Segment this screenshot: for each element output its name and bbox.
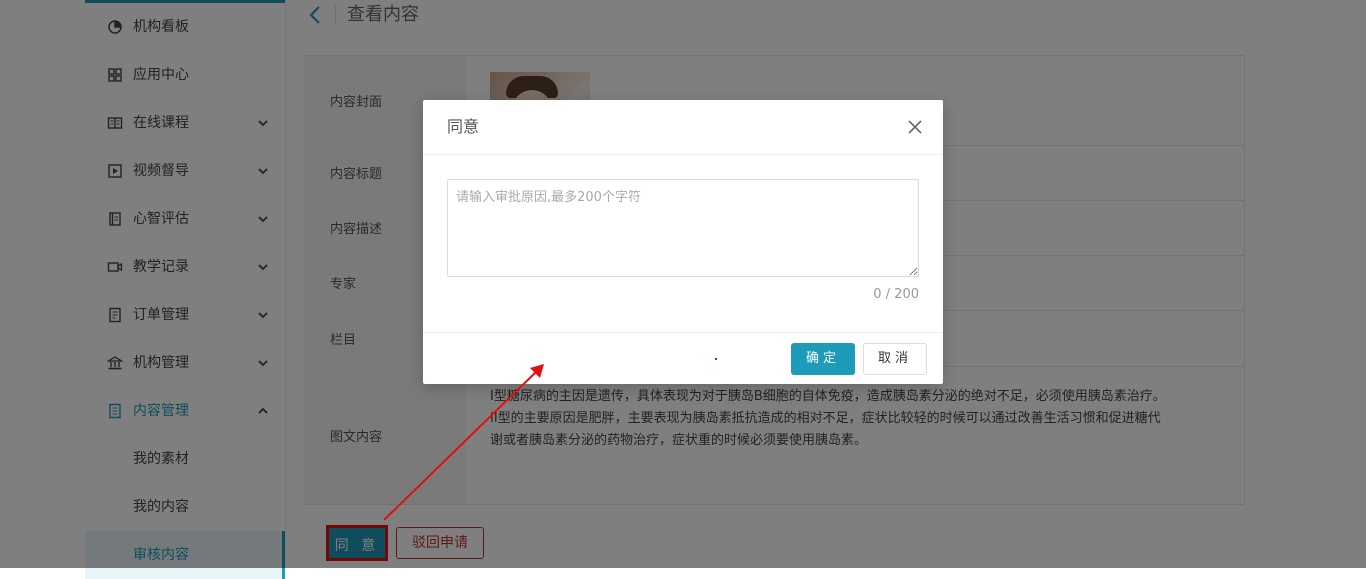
approval-reason-input[interactable]	[447, 179, 919, 277]
approve-dialog: 同意 0 / 200 确定 取消	[423, 100, 943, 384]
close-icon[interactable]	[907, 119, 923, 135]
dialog-footer-divider	[423, 332, 943, 333]
confirm-button[interactable]: 确定	[791, 343, 855, 375]
dialog-title: 同意	[447, 117, 480, 136]
dialog-header-divider	[423, 154, 943, 155]
cancel-button[interactable]: 取消	[863, 343, 927, 375]
char-counter: 0 / 200	[873, 287, 919, 302]
annotation-dot	[715, 358, 717, 360]
